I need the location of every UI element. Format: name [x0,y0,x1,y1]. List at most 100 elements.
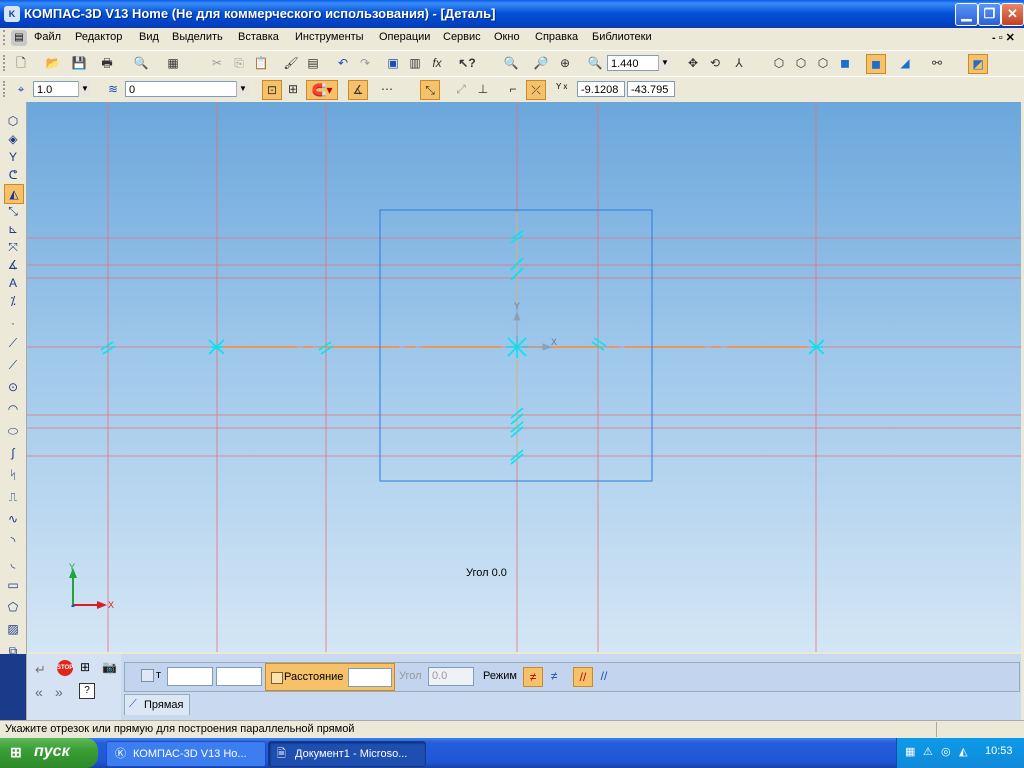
previous-object-icon[interactable]: « [35,684,43,700]
cut-icon[interactable]: ✂ [208,54,226,72]
menu-item[interactable]: Инструменты [295,31,364,43]
polyline-icon[interactable]: ⎍ [4,488,22,506]
drawing-canvas[interactable]: Y X Y X Угол 0.0 [27,102,1021,652]
coord-y-input[interactable]: -43.795 [627,81,675,97]
angle-input[interactable]: 0.0 [428,667,474,686]
tray-app-icon[interactable]: ◭ [959,745,967,758]
zoom-scale-icon[interactable]: 🔍 [586,54,604,72]
rotate-icon[interactable]: ⟲ [706,54,724,72]
toolbar-grip[interactable] [3,81,9,97]
zoom-window-icon[interactable]: 🔍 [502,54,520,72]
ellipse-icon[interactable]: ⬭ [4,422,22,440]
properties-icon[interactable]: ▦ [164,54,182,72]
preview-icon[interactable]: 🔍 [132,54,150,72]
enter-icon[interactable]: ↵ [35,662,46,678]
snap-nearest-icon[interactable]: ⤡ [420,80,440,100]
menu-item[interactable]: Справка [535,31,578,43]
spline-icon[interactable]: ᕦ [4,166,22,184]
sketch-graphics[interactable]: Y X Y X Угол 0.0 [27,102,1021,652]
nurbs-icon[interactable]: ∿ [4,510,22,528]
layer-input[interactable]: 0 [125,81,237,97]
close-button[interactable]: ✕ [1001,3,1024,26]
both-sides-icon[interactable]: // [573,667,593,687]
menu-item[interactable]: Вид [139,31,159,43]
coordinate-snap-icon[interactable]: ⤫ [526,80,546,100]
tree-view-icon[interactable]: ⚯ [928,54,946,72]
zoom-dropdown-arrow[interactable]: ▼ [658,55,671,71]
snap-magnet-icon[interactable]: 🧲▾ [306,80,338,100]
round-icon[interactable]: ⤢ [452,80,470,98]
arc-icon[interactable]: ◠ [4,400,22,418]
layers-icon[interactable]: ≋ [104,80,122,98]
chamfer-icon[interactable]: ◟ [4,554,22,572]
zoom-in-icon[interactable]: ⊕ [556,54,574,72]
distance-checkbox[interactable] [271,672,283,684]
wireframe-icon[interactable]: ⬡ [770,54,788,72]
shaded-icon[interactable]: ◼ [836,54,854,72]
mode-one-line-icon[interactable]: ≠ [523,667,543,687]
line-icon[interactable]: ⌐ [504,80,522,98]
help-icon[interactable]: ? [79,683,95,699]
redo-icon[interactable]: ↷ [356,54,374,72]
filter-icon[interactable]: Y [4,148,22,166]
step-input[interactable]: 1.0 [33,81,79,97]
minimize-button[interactable]: ▁ [955,3,978,26]
clipboard-list-icon[interactable]: ▤ [304,54,322,72]
auxiliary-line-icon[interactable]: ⟋ [4,334,22,352]
measure-icon[interactable]: ⊾ [4,220,22,238]
fillet-icon[interactable]: ◝ [4,532,22,550]
tray-update-icon[interactable]: ⚠ [923,745,933,758]
zoom-input[interactable]: 1.440 [607,55,659,71]
parametric-icon[interactable]: ∡ [348,80,368,100]
t-checkbox[interactable] [141,669,154,682]
ortho-icon[interactable]: ⊞ [284,80,302,98]
cursor-step-icon[interactable]: ⌖ [12,80,30,98]
menu-item[interactable]: Вставка [238,31,279,43]
tray-network-icon[interactable]: ▦ [905,745,915,758]
menu-item[interactable]: Файл [34,31,61,43]
axes-icon[interactable]: ⊥ [474,80,492,98]
tray-antivirus-icon[interactable]: ◎ [941,745,951,758]
step-dropdown-arrow[interactable]: ▼ [78,81,91,97]
dimensions-icon[interactable]: ⤡ [4,202,22,220]
param-icon[interactable]: ⁒ [4,292,22,310]
local-cs-icon[interactable]: ⊡ [262,80,282,100]
selection-icon[interactable]: ⤧ [4,238,22,256]
point-icon[interactable]: · [4,314,22,332]
print-icon[interactable]: 🖶 [98,54,116,72]
sketch-mode-icon[interactable]: ◩ [968,54,988,74]
distance-input[interactable] [348,668,392,687]
coord-x-input[interactable]: -9.1208 [577,81,625,97]
grip-handle[interactable] [3,30,9,45]
menu-item[interactable]: Выделить [172,31,223,43]
menu-item[interactable]: Окно [494,31,520,43]
next-object-icon[interactable]: » [55,684,63,700]
thin-lines-icon[interactable]: ⬡ [814,54,832,72]
title-bar[interactable]: K КОМПАС-3D V13 Home (Не для коммерческо… [0,0,1024,28]
restore-button[interactable]: ❐ [978,3,1001,26]
stop-icon[interactable]: STOP [57,660,73,676]
taskbar-item-word[interactable]: 🗎 Документ1 - Microso... [268,741,426,767]
editing-tools-icon[interactable]: ◈ [4,130,22,148]
bezier-icon[interactable]: ᛋ [4,466,22,484]
copy-icon[interactable]: ⎘ [230,54,248,72]
variables-fx-icon[interactable]: fx [428,54,446,72]
panel-layout-icon[interactable]: ⊞ [80,660,90,674]
manager-icon[interactable]: ▣ [384,54,402,72]
perspective-icon[interactable]: ◢ [896,54,914,72]
circle-icon[interactable]: ⊙ [4,378,22,396]
undo-icon[interactable]: ↶ [334,54,352,72]
tab-line[interactable]: ⟋ Прямая [124,694,190,715]
zoom-out-icon[interactable]: 🔎 [532,54,550,72]
segment-icon[interactable]: ⟋ [4,356,22,374]
format-painter-icon[interactable]: 🖌 [282,54,300,72]
angle-icon[interactable]: A [4,274,22,292]
library-icon[interactable]: ▥ [406,54,424,72]
pan-icon[interactable]: ✥ [684,54,702,72]
t-point-x-input[interactable] [167,667,213,686]
toolbar-grip[interactable] [3,55,9,71]
start-button[interactable]: ⊞ пуск [0,738,98,768]
grid-icon[interactable]: ⋯ [378,80,396,98]
snapshot-icon[interactable]: 📷 [102,660,117,674]
menu-item[interactable]: Редактор [75,31,122,43]
